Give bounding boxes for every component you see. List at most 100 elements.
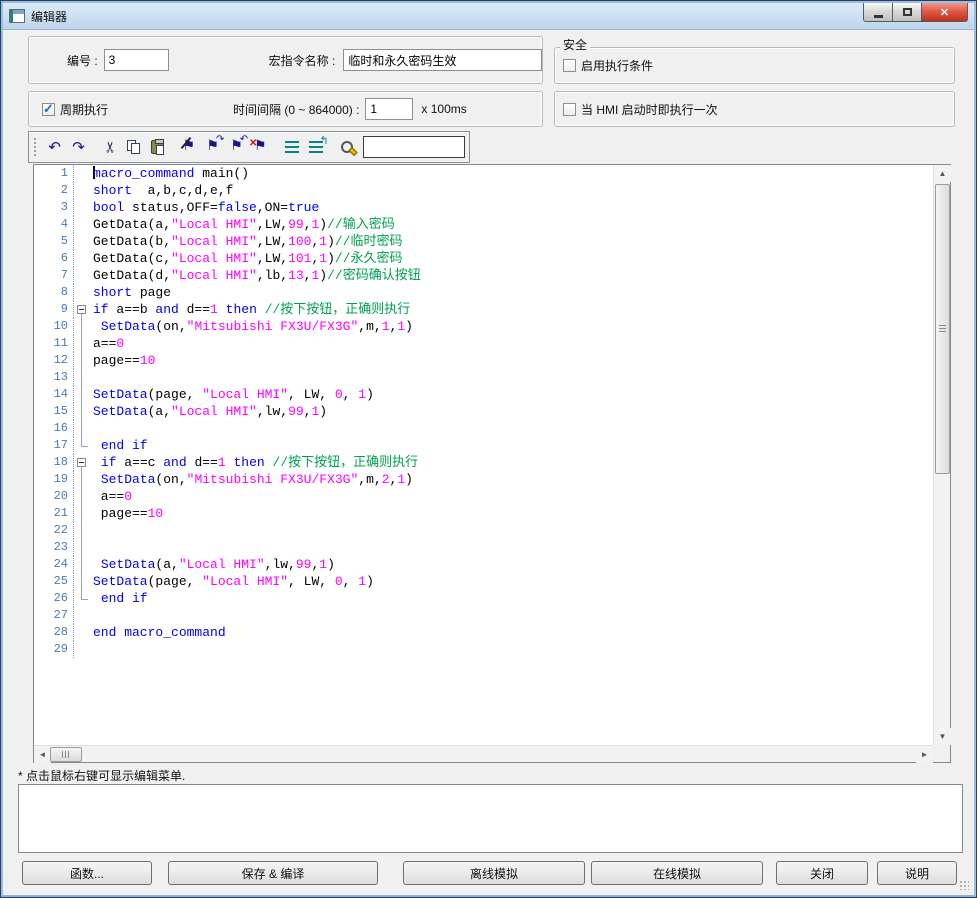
- cut-icon[interactable]: ✂: [99, 136, 121, 159]
- code-line[interactable]: 17 end if: [34, 437, 933, 454]
- online-simulation-button[interactable]: 在线模拟: [591, 861, 763, 885]
- code-line[interactable]: 11a==0: [34, 335, 933, 352]
- save-compile-button[interactable]: 保存 & 编译: [168, 861, 378, 885]
- code-line[interactable]: 27: [34, 607, 933, 624]
- code-line[interactable]: 7GetData(d,"Local HMI",lb,13,1)//密码确认按钮: [34, 267, 933, 284]
- fold-margin: [74, 641, 90, 658]
- close-dialog-button[interactable]: 关闭: [776, 861, 868, 885]
- code-line[interactable]: 13: [34, 369, 933, 386]
- macro-id-input[interactable]: [104, 49, 169, 71]
- periodic-checkbox[interactable]: [42, 103, 55, 116]
- fold-marker: [74, 420, 90, 437]
- code-line[interactable]: 28end macro_command: [34, 624, 933, 641]
- functions-button[interactable]: 函数...: [22, 861, 152, 885]
- resize-grip[interactable]: [959, 880, 969, 890]
- code-text: macro_command main(): [90, 165, 249, 182]
- paste-icon[interactable]: [147, 136, 169, 159]
- line-number: 16: [34, 420, 74, 437]
- search-input[interactable]: [363, 136, 465, 158]
- compile-message-box[interactable]: [18, 784, 963, 853]
- code-line[interactable]: 10 SetData(on,"Mitsubishi FX3U/FX3G",m,1…: [34, 318, 933, 335]
- fold-margin: [74, 216, 90, 233]
- code-text: a==0: [90, 488, 132, 505]
- maximize-button[interactable]: [893, 3, 922, 22]
- redo-icon[interactable]: ↷: [68, 136, 90, 159]
- copy-icon[interactable]: [123, 136, 145, 159]
- code-text: SetData(page, "Local HMI", LW, 0, 1): [90, 386, 374, 403]
- find-icon[interactable]: [336, 136, 358, 159]
- close-button[interactable]: ✕: [922, 3, 968, 22]
- code-line[interactable]: 15SetData(a,"Local HMI",lw,99,1): [34, 403, 933, 420]
- enable-condition-label: 启用执行条件: [581, 57, 653, 74]
- macro-name-input[interactable]: [343, 49, 542, 71]
- line-number: 22: [34, 522, 74, 539]
- code-line[interactable]: 24 SetData(a,"Local HMI",lw,99,1): [34, 556, 933, 573]
- code-line[interactable]: 12page==10: [34, 352, 933, 369]
- editor-toolbar: ↶ ↷ ✂: [28, 131, 470, 163]
- line-number: 19: [34, 471, 74, 488]
- outdent-icon[interactable]: [305, 136, 327, 159]
- offline-simulation-button[interactable]: 离线模拟: [403, 861, 585, 885]
- prev-bookmark-icon[interactable]: [226, 136, 248, 159]
- code-line[interactable]: 5GetData(b,"Local HMI",LW,100,1)//临时密码: [34, 233, 933, 250]
- fold-marker: [74, 335, 90, 352]
- code-line[interactable]: 18 if a==c and d==1 then //按下按钮，正确则执行: [34, 454, 933, 471]
- scroll-right-icon[interactable]: ►: [916, 746, 933, 763]
- next-bookmark-icon[interactable]: [202, 136, 224, 159]
- code-line[interactable]: 20 a==0: [34, 488, 933, 505]
- line-number: 4: [34, 216, 74, 233]
- security-section-label: 安全: [560, 36, 590, 53]
- line-number: 28: [34, 624, 74, 641]
- line-number: 24: [34, 556, 74, 573]
- code-line[interactable]: 29: [34, 641, 933, 658]
- run-on-startup-label: 当 HMI 启动时即执行一次: [581, 101, 718, 118]
- undo-icon[interactable]: ↶: [44, 136, 66, 159]
- scroll-left-icon[interactable]: ◄: [34, 746, 51, 763]
- interval-input[interactable]: [365, 98, 413, 120]
- code-text: a==0: [90, 335, 124, 352]
- vertical-scroll-thumb[interactable]: [935, 184, 950, 474]
- code-line[interactable]: 16: [34, 420, 933, 437]
- fold-margin: [74, 284, 90, 301]
- interval-unit-label: x 100ms: [421, 102, 466, 116]
- horizontal-scrollbar[interactable]: ◄ ►: [34, 745, 933, 762]
- code-line[interactable]: 26 end if: [34, 590, 933, 607]
- code-line[interactable]: 22: [34, 522, 933, 539]
- help-button[interactable]: 说明: [877, 861, 957, 885]
- line-number: 6: [34, 250, 74, 267]
- code-line[interactable]: 19 SetData(on,"Mitsubishi FX3U/FX3G",m,2…: [34, 471, 933, 488]
- minimize-button[interactable]: [863, 3, 893, 22]
- indent-icon[interactable]: [281, 136, 303, 159]
- fold-marker: [74, 590, 90, 607]
- fold-marker[interactable]: [74, 301, 90, 318]
- code-line[interactable]: 14 SetData(page, "Local HMI", LW, 0, 1): [34, 386, 933, 403]
- run-on-startup-checkbox[interactable]: [563, 103, 576, 116]
- scroll-up-icon[interactable]: ▲: [934, 165, 951, 182]
- code-area[interactable]: 1macro_command main()2short a,b,c,d,e,f3…: [34, 165, 933, 745]
- fold-marker[interactable]: [74, 454, 90, 471]
- code-line[interactable]: 3bool status,OFF=false,ON=true: [34, 199, 933, 216]
- code-line[interactable]: 23: [34, 539, 933, 556]
- horizontal-scroll-thumb[interactable]: [50, 747, 82, 762]
- code-line[interactable]: 6GetData(c,"Local HMI",LW,101,1)//永久密码: [34, 250, 933, 267]
- fold-margin: [74, 182, 90, 199]
- enable-condition-checkbox[interactable]: [563, 59, 576, 72]
- code-line[interactable]: 21 page==10: [34, 505, 933, 522]
- code-line[interactable]: 4GetData(a,"Local HMI",LW,99,1)//输入密码: [34, 216, 933, 233]
- fold-marker: [74, 403, 90, 420]
- code-text: [90, 641, 93, 658]
- macro-name-label: 宏指令名称 :: [269, 52, 336, 69]
- code-line[interactable]: 8short page: [34, 284, 933, 301]
- interval-label: 时间间隔 (0 ~ 864000) :: [233, 101, 359, 118]
- line-number: 14: [34, 386, 74, 403]
- code-line[interactable]: 25SetData(page, "Local HMI", LW, 0, 1): [34, 573, 933, 590]
- clear-bookmarks-icon[interactable]: [250, 136, 272, 159]
- scroll-down-icon[interactable]: ▼: [934, 728, 951, 745]
- code-line[interactable]: 1macro_command main(): [34, 165, 933, 182]
- code-text: [90, 420, 93, 437]
- code-line[interactable]: 9if a==b and d==1 then //按下按钮，正确则执行: [34, 301, 933, 318]
- code-line[interactable]: 2short a,b,c,d,e,f: [34, 182, 933, 199]
- toggle-bookmark-icon[interactable]: [178, 136, 200, 159]
- vertical-scrollbar[interactable]: ▲ ▼: [933, 165, 950, 745]
- fold-marker: [74, 522, 90, 539]
